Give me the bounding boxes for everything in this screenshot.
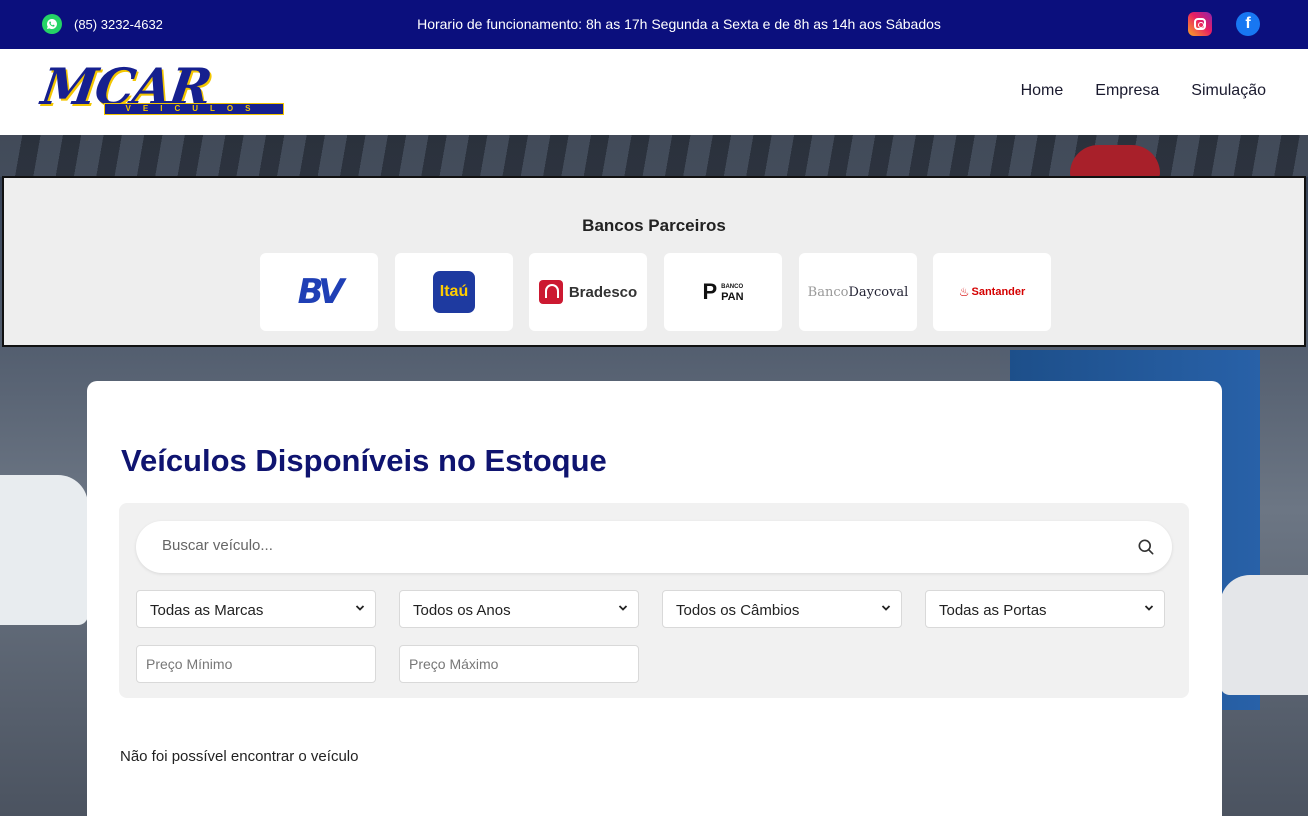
filter-selects: Todas as Marcas Todos os Anos Todos os C…: [136, 590, 1165, 628]
partner-banks-title: Bancos Parceiros: [582, 216, 726, 235]
chevron-down-icon: [618, 605, 628, 611]
chevron-down-icon: [881, 605, 891, 611]
bank-card-pan[interactable]: P BANCO PAN: [664, 253, 782, 331]
doors-select[interactable]: Todas as Portas: [925, 590, 1165, 628]
daycoval-logo: BancoDaycoval: [808, 285, 909, 300]
santander-logo: ♨ Santander: [959, 285, 1026, 299]
instagram-icon[interactable]: [1188, 12, 1212, 36]
site-header: MCAR VEICULOS Home Empresa Simulação: [0, 49, 1308, 135]
bank-card-santander[interactable]: ♨ Santander: [933, 253, 1051, 331]
year-select[interactable]: Todos os Anos: [399, 590, 639, 628]
santander-name: Santander: [971, 286, 1026, 298]
santander-flame-icon: ♨: [958, 285, 970, 299]
partner-banks-section: Bancos Parceiros BV Itaú Bradesco P BANC…: [2, 176, 1306, 347]
bank-card-bv[interactable]: BV: [260, 253, 378, 331]
chevron-down-icon: [355, 605, 365, 611]
transmission-select-value: Todos os Câmbios: [676, 602, 800, 619]
doors-select-value: Todas as Portas: [939, 602, 1047, 619]
hero-white-car-right: [1220, 575, 1308, 695]
bv-logo: BV: [297, 272, 345, 312]
bank-card-bradesco[interactable]: Bradesco: [529, 253, 647, 331]
nav-simulacao[interactable]: Simulação: [1191, 82, 1266, 100]
year-select-value: Todos os Anos: [413, 602, 511, 619]
business-hours-text: Horario de funcionamento: 8h as 17h Segu…: [417, 16, 941, 32]
price-filters: [136, 645, 639, 683]
max-price-input[interactable]: [399, 645, 639, 683]
filters-panel: Todas as Marcas Todos os Anos Todos os C…: [119, 503, 1189, 698]
top-info-bar: (85) 3232-4632 Horario de funcionamento:…: [0, 0, 1308, 49]
bank-card-itau[interactable]: Itaú: [395, 253, 513, 331]
main-nav: Home Empresa Simulação: [1021, 82, 1266, 100]
logo-sub-text: VEICULOS: [104, 103, 284, 115]
nav-home[interactable]: Home: [1021, 82, 1064, 100]
bank-card-daycoval[interactable]: BancoDaycoval: [799, 253, 917, 331]
daycoval-prefix: Banco: [807, 284, 849, 300]
empty-results-message: Não foi possível encontrar o veículo: [120, 748, 359, 765]
business-hours: Horario de funcionamento: 8h as 17h Segu…: [0, 16, 1308, 32]
pan-icon: P: [702, 279, 718, 304]
itau-logo: Itaú: [433, 271, 475, 313]
brand-select-value: Todas as Marcas: [150, 602, 264, 619]
bradesco-logo: Bradesco: [538, 280, 638, 304]
search-input[interactable]: [162, 537, 1112, 554]
hero-red-car: [1070, 145, 1160, 179]
mcar-logo[interactable]: MCAR VEICULOS: [38, 57, 284, 119]
chevron-down-icon: [1144, 605, 1154, 611]
search-icon[interactable]: [1136, 537, 1156, 557]
pan-logo: P BANCO PAN: [702, 279, 743, 305]
pan-name: PAN: [721, 291, 744, 303]
hero-white-car-left: [0, 475, 88, 625]
facebook-icon[interactable]: f: [1236, 12, 1260, 36]
stock-title: Veículos Disponíveis no Estoque: [121, 443, 607, 478]
bradesco-icon: [538, 280, 563, 304]
min-price-input[interactable]: [136, 645, 376, 683]
daycoval-name: Daycoval: [848, 284, 909, 300]
brand-select[interactable]: Todas as Marcas: [136, 590, 376, 628]
search-bar: [136, 521, 1172, 573]
nav-empresa[interactable]: Empresa: [1095, 82, 1159, 100]
transmission-select[interactable]: Todos os Câmbios: [662, 590, 902, 628]
bradesco-name: Bradesco: [568, 283, 638, 301]
vehicle-stock-section: Veículos Disponíveis no Estoque Todas as…: [87, 381, 1222, 816]
